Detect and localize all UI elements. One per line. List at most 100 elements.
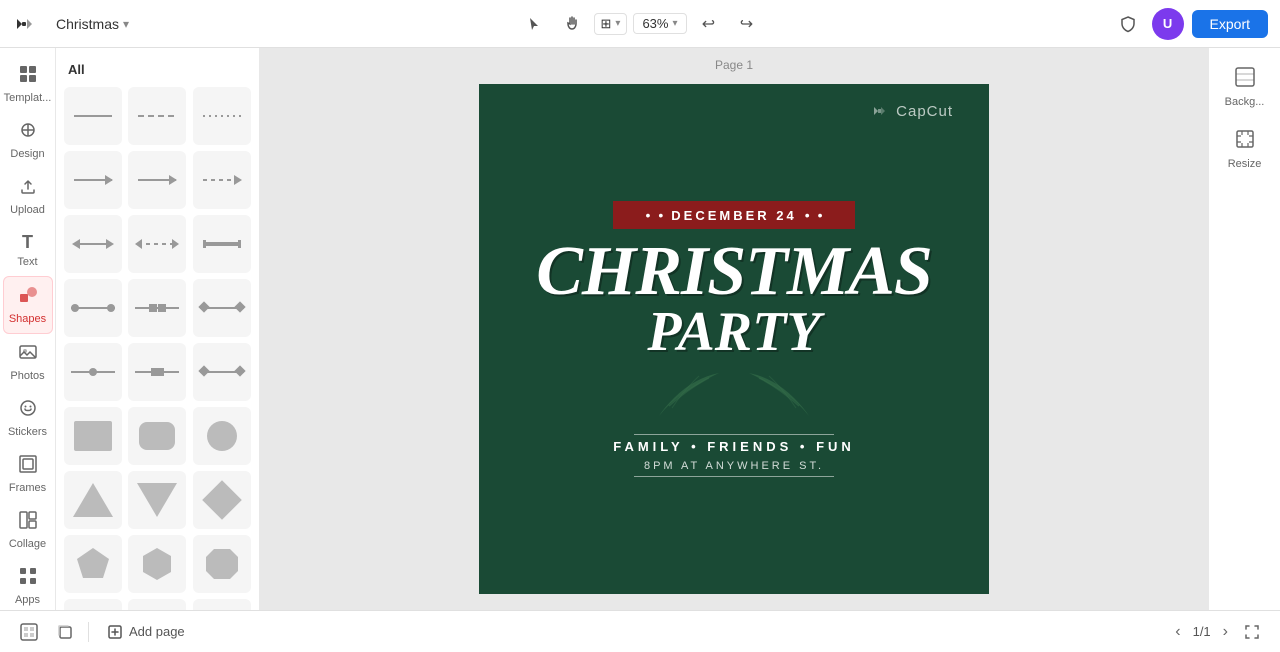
sidebar-frames-label: Frames [9, 482, 46, 494]
page-counter: 1/1 [1193, 624, 1211, 639]
sidebar-item-upload[interactable]: Upload [3, 168, 53, 224]
tagline-text: FAMILY • FRIENDS • FUN [613, 439, 855, 454]
view-chevron-icon: ▾ [615, 18, 620, 29]
pointer-tool-button[interactable] [518, 8, 550, 40]
shape-handle-squares[interactable] [128, 279, 186, 337]
shape-triangle-up[interactable] [64, 471, 122, 529]
next-page-button[interactable]: › [1219, 619, 1232, 645]
left-sidebar: Templat... Design Upload T Text Shapes [0, 48, 56, 610]
date-text: DECEMBER 24 [671, 208, 796, 223]
export-button[interactable]: Export [1192, 10, 1268, 38]
bottom-divider [88, 622, 89, 642]
shape-pentagon[interactable] [64, 535, 122, 593]
sidebar-item-collage[interactable]: Collage [3, 502, 53, 558]
sidebar-stickers-label: Stickers [8, 426, 47, 438]
shape-diamond[interactable] [193, 471, 251, 529]
resize-label: Resize [1228, 158, 1262, 170]
sidebar-collage-label: Collage [9, 538, 46, 550]
view-options-button[interactable]: ⊞ ▾ [594, 13, 628, 35]
sidebar-photos-label: Photos [10, 370, 44, 382]
fullscreen-button[interactable] [1240, 620, 1264, 644]
frames-icon [18, 454, 38, 479]
address-text: 8PM AT ANYWHERE ST. [644, 460, 824, 472]
shape-rectangle[interactable] [64, 407, 122, 465]
main-layout: Templat... Design Upload T Text Shapes [0, 48, 1280, 610]
shape-line-solid[interactable] [64, 87, 122, 145]
hand-tool-button[interactable] [556, 8, 588, 40]
shape-arrow-right[interactable] [64, 151, 122, 209]
bottom-bar: Add page ‹ 1/1 › [0, 610, 1280, 652]
copy-page-button[interactable] [52, 619, 78, 645]
background-panel-item[interactable]: Backg... [1213, 58, 1277, 116]
shape-hexagon[interactable] [128, 535, 186, 593]
shield-icon-button[interactable] [1112, 8, 1144, 40]
shape-4star[interactable] [128, 599, 186, 610]
sidebar-design-label: Design [10, 148, 44, 160]
sidebar-item-templates[interactable]: Templat... [3, 56, 53, 112]
page-thumbnail-button[interactable] [16, 619, 42, 645]
shape-handle-diamonds[interactable] [193, 279, 251, 337]
prev-page-button[interactable]: ‹ [1171, 619, 1184, 645]
sidebar-item-design[interactable]: Design [3, 112, 53, 168]
shape-octagon-wide[interactable] [193, 535, 251, 593]
add-page-label: Add page [129, 624, 185, 639]
shape-handle-dots-1[interactable] [64, 279, 122, 337]
shape-thick-bar[interactable] [193, 215, 251, 273]
shape-octagon[interactable] [64, 599, 122, 610]
divider-section: FAMILY • FRIENDS • FUN 8PM AT ANYWHERE S… [613, 434, 855, 477]
divider-line-bottom [634, 476, 834, 477]
shape-circle[interactable] [193, 407, 251, 465]
right-sidebar: Backg... Resize [1208, 48, 1280, 610]
sidebar-item-frames[interactable]: Frames [3, 446, 53, 502]
templates-icon [18, 64, 38, 89]
shape-triangle-down[interactable] [128, 471, 186, 529]
shape-handle-far-diamonds[interactable] [193, 343, 251, 401]
undo-button[interactable]: ↩ [693, 8, 725, 40]
shape-handle-center-dots[interactable] [64, 343, 122, 401]
project-name-button[interactable]: Christmas ▾ [50, 12, 135, 36]
canvas-design[interactable]: CapCut • DECEMBER 24 • CHRISTMAS PARTY [479, 84, 989, 594]
view-icon: ⊞ [601, 16, 612, 32]
shape-handle-center-squares[interactable] [128, 343, 186, 401]
sidebar-item-text[interactable]: T Text [3, 224, 53, 276]
sidebar-text-label: Text [17, 256, 37, 268]
topbar-center: ⊞ ▾ 63% ▾ ↩ ↪ [518, 8, 763, 40]
zoom-level-label: 63% [642, 16, 668, 31]
sidebar-shapes-label: Shapes [9, 313, 46, 325]
bottom-bar-right: ‹ 1/1 › [1171, 619, 1264, 645]
shape-rounded-rect[interactable] [128, 407, 186, 465]
resize-panel-item[interactable]: Resize [1213, 120, 1277, 178]
canvas-wrapper: CapCut • DECEMBER 24 • CHRISTMAS PARTY [479, 84, 989, 594]
add-page-button[interactable]: Add page [99, 620, 193, 644]
sidebar-item-apps[interactable]: Apps [3, 558, 53, 610]
shape-arrow-dotted-right[interactable] [193, 151, 251, 209]
chevron-down-icon: ▾ [123, 17, 129, 31]
collage-icon [18, 510, 38, 535]
zoom-control-button[interactable]: 63% ▾ [633, 13, 686, 34]
zoom-chevron-icon: ▾ [672, 18, 677, 29]
leaf-decoration [654, 368, 814, 418]
sidebar-item-shapes[interactable]: Shapes [3, 276, 53, 334]
photos-icon [18, 342, 38, 367]
shapes-grid [64, 87, 251, 610]
shape-arrow-both[interactable] [64, 215, 122, 273]
sidebar-item-photos[interactable]: Photos [3, 334, 53, 390]
sidebar-templates-label: Templat... [4, 92, 52, 104]
shape-line-dotted[interactable] [193, 87, 251, 145]
user-avatar[interactable]: U [1152, 8, 1184, 40]
upload-icon [18, 176, 38, 201]
page-label: Page 1 [715, 58, 753, 72]
shape-5star[interactable] [193, 599, 251, 610]
apps-icon [18, 566, 38, 591]
app-logo [12, 10, 40, 38]
shape-line-dashed[interactable] [128, 87, 186, 145]
topbar: Christmas ▾ ⊞ ▾ 63% ▾ ↩ ↪ U Export [0, 0, 1280, 48]
text-icon: T [22, 232, 33, 253]
shape-arrow-right-2[interactable] [128, 151, 186, 209]
sidebar-apps-label: Apps [15, 594, 40, 606]
canvas-area: Page 1 CapCut • DECEMBER 24 • [260, 48, 1208, 610]
redo-button[interactable]: ↪ [731, 8, 763, 40]
shapes-panel: All [56, 48, 260, 610]
shape-arrow-dotted-both[interactable] [128, 215, 186, 273]
sidebar-item-stickers[interactable]: Stickers [3, 390, 53, 446]
